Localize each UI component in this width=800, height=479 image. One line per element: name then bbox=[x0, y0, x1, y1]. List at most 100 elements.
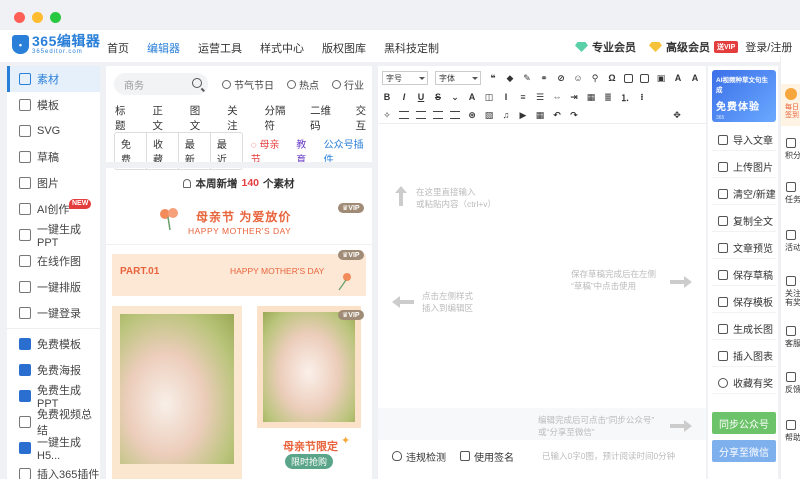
quick-festival[interactable]: 节气节日 bbox=[222, 77, 274, 92]
daily-checkin[interactable]: 每日签到 bbox=[781, 84, 800, 126]
close-window-button[interactable] bbox=[14, 12, 25, 23]
anchor-icon[interactable]: ⚲ bbox=[590, 73, 600, 83]
sync-wechat-button[interactable]: 同步公众号 bbox=[712, 412, 776, 434]
tab-divider[interactable]: 分隔符 bbox=[265, 103, 290, 133]
magic-wand-icon[interactable]: ✧ bbox=[382, 110, 392, 120]
tab-follow[interactable]: 关注 bbox=[227, 103, 243, 133]
link-icon[interactable]: ⚭ bbox=[539, 73, 549, 83]
nav-home[interactable]: 首页 bbox=[107, 40, 129, 56]
tab-body[interactable]: 正文 bbox=[152, 103, 168, 133]
nav-ops-tools[interactable]: 运营工具 bbox=[198, 40, 242, 56]
save-draft-button[interactable]: 保存草稿 bbox=[712, 264, 776, 286]
line-height-icon[interactable]: ≡ bbox=[518, 92, 528, 102]
ordered-list-icon[interactable]: ⒈ bbox=[620, 92, 630, 103]
paste-icon[interactable] bbox=[640, 73, 649, 83]
quick-industry[interactable]: 行业 bbox=[332, 77, 364, 92]
material-card-part01[interactable]: PART.01 HAPPY MOTHER'S DAY ♛VIP bbox=[112, 250, 366, 296]
unlink-icon[interactable]: ⊘ bbox=[556, 73, 566, 83]
align-icon[interactable]: ≣ bbox=[603, 92, 613, 102]
login-area[interactable]: 送VIP 登录/注册 bbox=[714, 39, 792, 55]
music-icon[interactable]: ♫ bbox=[501, 110, 511, 120]
special-char-icon[interactable]: Ω bbox=[607, 73, 617, 83]
bg-color-icon[interactable]: ◫ bbox=[484, 92, 494, 102]
indent-icon[interactable]: ⇥ bbox=[569, 92, 579, 102]
border-icon[interactable]: ▦ bbox=[586, 92, 596, 102]
favorite-reward-button[interactable]: 收藏有奖 bbox=[712, 372, 776, 394]
undo-icon[interactable]: ↶ bbox=[552, 110, 562, 120]
sidebar-item-ppt[interactable]: 一键生成PPT bbox=[7, 222, 100, 249]
align-right-icon[interactable] bbox=[433, 111, 443, 119]
image-icon[interactable]: ▧ bbox=[484, 110, 494, 120]
font-size-up-icon[interactable]: A bbox=[673, 73, 683, 83]
font-size-down-icon[interactable]: A bbox=[690, 73, 700, 83]
tab-interactive[interactable]: 交互 bbox=[356, 103, 372, 133]
limited-buy-button[interactable]: 限时抢购 bbox=[285, 454, 334, 469]
sidebar-item-plugin[interactable]: 插入365插件 bbox=[7, 461, 100, 479]
clear-format-icon[interactable]: I bbox=[501, 92, 511, 102]
table-icon[interactable]: ▦ bbox=[535, 110, 545, 120]
material-card-photo-frame[interactable] bbox=[112, 306, 242, 479]
sidebar-item-layout[interactable]: 一键排版 bbox=[7, 274, 100, 300]
import-article-button[interactable]: 导入文章 bbox=[712, 129, 776, 151]
nav-copyright-gallery[interactable]: 版权图库 bbox=[322, 40, 366, 56]
tab-image-text[interactable]: 图文 bbox=[190, 103, 206, 133]
redo-icon[interactable]: ↷ bbox=[569, 110, 579, 120]
sidebar-item-image[interactable]: 图片 bbox=[7, 170, 100, 196]
share-wechat-button[interactable]: 分享至微信 bbox=[712, 440, 776, 462]
video-icon[interactable]: ▶ bbox=[518, 110, 528, 120]
nav-style-center[interactable]: 样式中心 bbox=[260, 40, 304, 56]
sidebar-item-svg[interactable]: SVG bbox=[7, 118, 100, 144]
italic-icon[interactable]: I bbox=[399, 92, 409, 102]
search-icon[interactable] bbox=[192, 78, 202, 88]
letter-spacing-icon[interactable]: ⇔ bbox=[552, 92, 562, 102]
editor-canvas[interactable]: 在这里直接输入 或粘贴内容（ctrl+v） 点击左侧样式 插入到编辑区 保存草稿… bbox=[378, 124, 706, 408]
image-insert-icon[interactable]: ▣ bbox=[656, 73, 666, 83]
font-family-select[interactable]: 字体 bbox=[435, 71, 481, 85]
sidebar-item-free-template[interactable]: 免费模板 bbox=[7, 331, 100, 357]
collect-icon[interactable]: ⊛ bbox=[467, 110, 477, 120]
sidebar-item-draft[interactable]: 草稿 bbox=[7, 144, 100, 170]
logo[interactable]: • 365编辑器 365editor.com bbox=[12, 34, 100, 55]
sidebar-item-material[interactable]: 素材 bbox=[7, 66, 100, 92]
paragraph-spacing-icon[interactable]: ☰ bbox=[535, 92, 545, 102]
more-format-icon[interactable]: ⌄ bbox=[450, 92, 460, 102]
insert-chart-button[interactable]: 插入图表 bbox=[712, 345, 776, 367]
move-icon[interactable]: ✥ bbox=[672, 110, 682, 120]
align-left-icon[interactable] bbox=[399, 111, 409, 119]
align-center-icon[interactable] bbox=[416, 111, 426, 119]
nav-tech-custom[interactable]: 黑科技定制 bbox=[384, 40, 439, 56]
preview-article-button[interactable]: 文章预览 bbox=[712, 237, 776, 259]
quick-hot[interactable]: 热点 bbox=[287, 77, 319, 92]
pro-member-link[interactable]: 专业会员 bbox=[575, 39, 636, 55]
sidebar-item-login[interactable]: 一键登录 bbox=[7, 300, 100, 326]
quote-icon[interactable]: ❝ bbox=[488, 73, 498, 83]
align-justify-icon[interactable] bbox=[450, 111, 460, 119]
login-register-link[interactable]: 登录/注册 bbox=[745, 39, 792, 55]
unordered-list-icon[interactable]: ⁝ bbox=[637, 92, 647, 102]
sidebar-item-free-poster[interactable]: 免费海报 bbox=[7, 357, 100, 383]
use-signature-button[interactable]: 使用签名 bbox=[460, 449, 514, 464]
violation-check-button[interactable]: 违规检测 bbox=[392, 449, 446, 464]
nav-editor[interactable]: 编辑器 bbox=[147, 40, 180, 56]
copy-all-button[interactable]: 复制全文 bbox=[712, 210, 776, 232]
senior-member-link[interactable]: 高级会员 bbox=[649, 39, 710, 55]
material-search-input[interactable]: 商务 bbox=[114, 73, 208, 95]
sidebar-item-draw[interactable]: 在线作图 bbox=[7, 248, 100, 274]
sidebar-item-template[interactable]: 模板 bbox=[7, 92, 100, 118]
bold-icon[interactable]: B bbox=[382, 92, 392, 102]
font-size-select[interactable]: 字号 bbox=[382, 71, 428, 85]
sidebar-item-h5[interactable]: 一键生成H5... bbox=[7, 435, 100, 462]
emoji-icon[interactable]: ☺ bbox=[573, 73, 583, 83]
save-template-button[interactable]: 保存模板 bbox=[712, 291, 776, 313]
sidebar-item-video-summary[interactable]: 免费视频总结 bbox=[7, 409, 100, 437]
clear-new-button[interactable]: 清空/新建 bbox=[712, 183, 776, 205]
upload-image-button[interactable]: 上传图片 bbox=[712, 156, 776, 178]
maximize-window-button[interactable] bbox=[50, 12, 61, 23]
format-brush-icon[interactable]: ✎ bbox=[522, 73, 532, 83]
sidebar-item-ai[interactable]: AI创作 NEW bbox=[7, 196, 100, 222]
material-card-mothersday-limited[interactable]: 母亲节限定 ✦ 限时抢购 ♛VIP bbox=[257, 306, 364, 479]
material-card-mothersday-title[interactable]: 母亲节 为爱放价 HAPPY MOTHER'S DAY ♛VIP bbox=[106, 197, 372, 245]
font-color-icon[interactable]: A bbox=[467, 92, 477, 102]
minimize-window-button[interactable] bbox=[32, 12, 43, 23]
tab-qrcode[interactable]: 二维码 bbox=[310, 103, 335, 133]
